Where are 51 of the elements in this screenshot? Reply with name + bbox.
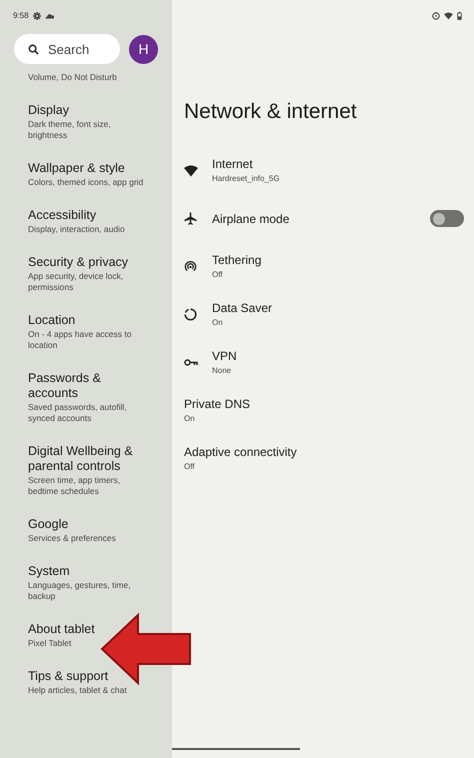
menu-item-subtitle: Pixel Tablet [28,638,72,649]
profile-avatar[interactable]: H [129,34,158,64]
menu-item-subtitle: On - 4 apps have access to location [28,329,132,351]
menu-item-title[interactable]: Accessibility [28,208,147,223]
setting-title[interactable]: Private DNS [184,397,250,411]
menu-item-subtitle: App security, device lock, permissions [28,271,124,293]
setting-title[interactable]: Airplane mode [212,212,290,226]
toggle-switch[interactable] [430,210,464,227]
setting-title[interactable]: Adaptive connectivity [184,445,297,459]
setting-summary: On [184,413,196,424]
setting-summary: On [212,317,224,328]
search-field[interactable]: Search [14,34,120,64]
setting-title[interactable]: VPN [212,349,237,363]
page-title: Network & internet [184,99,358,125]
menu-item-subtitle: Services & preferences [28,533,117,544]
menu-item-title[interactable]: Display [28,103,147,118]
alarm-icon [432,12,440,20]
menu-item-title[interactable]: Tips & support [28,669,147,684]
menu-item-title[interactable]: Security & privacy [28,255,147,270]
menu-item-title[interactable]: About tablet [28,622,147,637]
wifi-icon [184,164,198,176]
hotspot-icon [184,260,197,273]
menu-item-title[interactable]: System [28,564,147,579]
setting-summary: Off [212,269,224,280]
setting-title[interactable]: Internet [212,157,280,171]
menu-item-subtitle: Dark theme, font size, brightness [28,119,112,141]
gear-icon [32,12,41,20]
data-saver-icon [184,308,197,321]
setting-summary: Off [184,461,196,472]
menu-item-title[interactable]: Digital Wellbeing & parental controls [28,444,147,474]
menu-item-subtitle: Saved passwords, autofill, synced accounts [28,402,128,424]
menu-item-subtitle: Colors, themed icons, app grid [28,177,144,188]
menu-item-title[interactable]: Wallpaper & style [28,161,147,176]
menu-item-title[interactable]: Location [28,313,147,328]
menu-item-subtitle: Volume, Do Not Disturb [28,72,118,83]
setting-summary: None [212,365,232,376]
key-icon [184,358,198,367]
menu-item-subtitle: Languages, gestures, time, backup [28,580,132,602]
menu-item-title[interactable]: Passwords & accounts [28,371,147,401]
clock-time: 9:58 [13,10,29,22]
menu-item-subtitle: Help articles, tablet & chat [28,685,128,696]
menu-item-subtitle: Display, interaction, audio [28,224,126,235]
wifi-icon [444,12,453,20]
airplane-icon [184,212,197,225]
cloud-icon [44,13,54,19]
setting-title[interactable]: Tethering [212,253,262,267]
setting-summary: Hardreset_info_5G [212,173,280,184]
setting-title[interactable]: Data Saver [212,301,272,315]
menu-item-title[interactable]: Google [28,517,147,532]
battery-icon [457,12,462,20]
menu-item-subtitle: Screen time, app timers, bedtime schedules [28,475,122,497]
